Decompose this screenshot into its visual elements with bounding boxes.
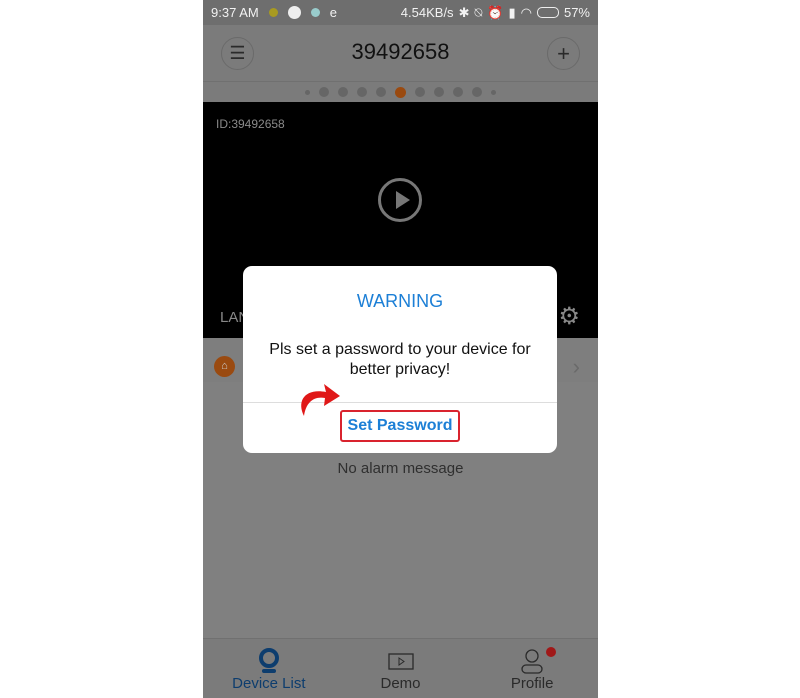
tab-label: Profile — [510, 675, 554, 692]
page-dot[interactable] — [338, 87, 348, 97]
warning-dialog: WARNING Pls set a password to your devic… — [243, 266, 557, 453]
network-speed: 4.54KB/s — [400, 5, 454, 20]
tab-label: Demo — [380, 675, 421, 692]
tab-device-list[interactable]: Device List — [203, 639, 335, 698]
bottom-tab-bar: Device List Demo Profile — [203, 638, 598, 698]
wifi-icon: ◠ — [520, 4, 532, 20]
tab-demo[interactable]: Demo — [335, 639, 467, 698]
page-dot[interactable] — [491, 89, 496, 95]
page-dot[interactable] — [395, 86, 406, 98]
add-device-button[interactable]: + — [547, 37, 580, 70]
battery-level: 57% — [563, 5, 590, 20]
set-password-button[interactable]: Set Password — [340, 410, 460, 442]
page-dot[interactable] — [472, 87, 482, 97]
dialog-message: Pls set a password to your device for be… — [269, 341, 531, 378]
dialog-title: WARNING — [356, 291, 444, 311]
alarm-clock-icon: ⏰ — [487, 4, 504, 20]
tab-profile[interactable]: Profile — [466, 639, 598, 698]
page-dot[interactable] — [453, 87, 463, 97]
page-dot[interactable] — [415, 87, 425, 97]
page-dot[interactable] — [434, 87, 444, 97]
user-icon — [521, 649, 543, 674]
e-notification-icon: e — [329, 5, 337, 20]
video-play-icon — [387, 653, 414, 670]
divider — [243, 402, 557, 403]
battery-icon — [536, 7, 559, 18]
clock: 9:37 AM — [211, 5, 259, 20]
chevron-right-icon: › — [572, 354, 580, 379]
plus-icon: + — [557, 40, 570, 66]
play-icon[interactable] — [378, 178, 422, 222]
device-id: ID:39492658 — [216, 117, 285, 131]
bluetooth-icon: ✱ — [458, 4, 470, 20]
tab-label: Device List — [232, 675, 306, 692]
header: ☰ 39492658 + — [203, 25, 598, 82]
page-dot[interactable] — [305, 89, 310, 95]
mute-icon: ⍉ — [474, 4, 483, 20]
signal-icon: ▮ — [508, 4, 516, 20]
page-dot[interactable] — [376, 87, 386, 97]
no-alarm-text: No alarm message — [337, 460, 464, 477]
status-bar: 9:37 AM e 4.54KB/s ✱ ⍉ ⏰ ▮ ◠ 57% — [203, 0, 598, 25]
app-notification-icon — [310, 8, 320, 17]
page-dot[interactable] — [319, 87, 329, 97]
app-notification-icon — [268, 8, 278, 17]
camera-icon — [258, 648, 279, 673]
page-dot[interactable] — [357, 87, 367, 97]
page-title: 39492658 — [351, 39, 450, 64]
home-icon: ⌂ — [214, 356, 235, 377]
page-indicator — [203, 82, 598, 102]
red-arrow-icon — [301, 384, 340, 416]
navigation-notification-icon — [287, 6, 301, 19]
gear-icon[interactable]: ⚙ — [558, 302, 580, 331]
